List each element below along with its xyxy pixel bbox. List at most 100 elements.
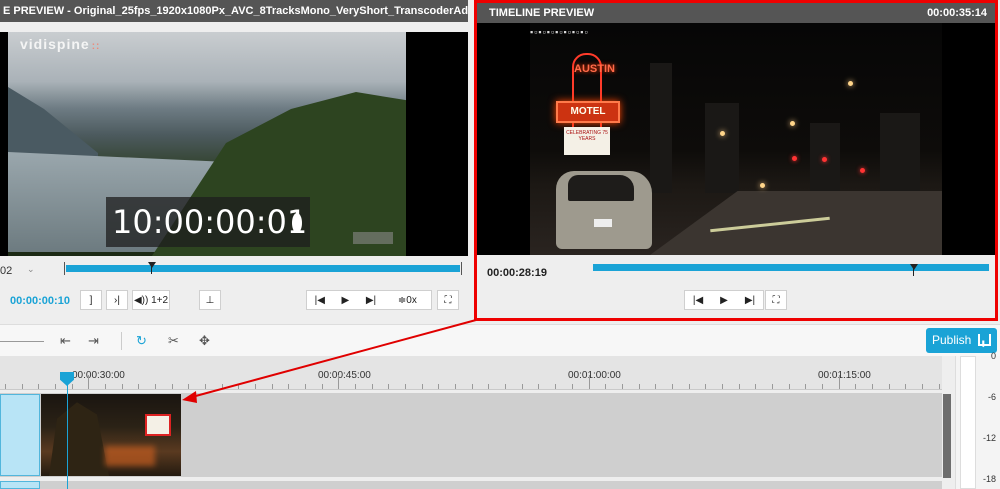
ruler-tick — [188, 384, 190, 389]
ruler-tick — [255, 384, 257, 389]
snap-icon[interactable]: ↻ — [136, 333, 147, 349]
ruler-tick — [21, 384, 23, 389]
ruler-tick — [421, 384, 423, 389]
ripple-icon[interactable]: ✥ — [199, 333, 210, 349]
ruler-tick — [638, 384, 640, 389]
tool-button[interactable]: ⊥ — [199, 290, 221, 310]
go-to-out-button[interactable]: ›| — [106, 290, 128, 310]
prev-frame-button[interactable]: |◀ — [307, 291, 333, 309]
car-plate — [594, 219, 612, 227]
ruler-tick — [905, 384, 907, 389]
ruler-tick — [738, 384, 740, 389]
ruler-tick — [488, 384, 490, 389]
tl-play-button[interactable]: ▶ — [711, 291, 737, 309]
ruler-tick — [655, 384, 657, 389]
source-scrub-bar[interactable] — [66, 265, 460, 272]
ruler-tick — [521, 384, 523, 389]
timeline-preview-title: TIMELINE PREVIEW — [489, 7, 595, 19]
motel-sign: MOTEL — [556, 101, 620, 123]
meter-label: -6 — [987, 392, 996, 402]
ruler-tick — [755, 384, 757, 389]
audio-tracks-label: ◀)) 1+2 — [133, 294, 169, 306]
ruler-tick — [705, 384, 707, 389]
ruler-tick — [388, 384, 390, 389]
ruler-label: 00:01:15:00 — [818, 370, 871, 381]
audio-track[interactable] — [0, 481, 942, 489]
street-light — [848, 81, 853, 86]
source-transport: |◀ ▶ ▶| ≑0x — [306, 290, 432, 310]
ruler-tick — [588, 375, 590, 389]
timecode-dot — [292, 213, 302, 233]
timeline-fullscreen-button[interactable]: ⛶ — [765, 290, 787, 310]
source-fullscreen-button[interactable]: ⛶ — [437, 290, 459, 310]
zoom-slider[interactable] — [0, 341, 44, 342]
go-to-out-icon: ›| — [114, 294, 120, 306]
timeline-playhead-line — [913, 268, 914, 276]
audio-clip[interactable] — [0, 481, 40, 489]
speed-button[interactable]: ≑0x — [384, 291, 431, 309]
vidispine-logo-small: ▪▫▪▫▪▫▪▫▪▫▪▫▪▫ — [530, 27, 589, 37]
ruler-tick — [555, 384, 557, 389]
ruler-tick — [171, 384, 173, 389]
meter-label: -12 — [982, 433, 996, 443]
source-playhead-icon[interactable] — [148, 262, 156, 268]
source-video[interactable]: vidispine:: 10:00:00:01 — [0, 32, 468, 256]
timeline-toolbar: ⇤ ⇥ ↻ ✂ ✥ — [0, 324, 1000, 356]
mark-out-icon: ] — [89, 294, 93, 306]
car-windshield — [568, 175, 634, 201]
source-current-timecode: 00:00:00:10 — [10, 295, 70, 307]
ruler-tick — [121, 384, 123, 389]
source-scrub-label: 02 — [0, 265, 13, 277]
chevron-down-icon[interactable]: ⌄ — [27, 264, 35, 275]
street-light — [720, 131, 725, 136]
track-scrollbar[interactable] — [943, 394, 951, 478]
tl-prev-frame-button[interactable]: |◀ — [685, 291, 711, 309]
timeline-video[interactable]: ▪▫▪▫▪▫▪▫▪▫▪▫▪▫ AUSTIN MOTEL CELEBRATING … — [477, 23, 995, 255]
source-playhead-line — [151, 266, 152, 274]
street-light — [760, 183, 765, 188]
ruler-tick — [605, 384, 607, 389]
timeline-ruler[interactable]: 00:00:30:00 00:00:45:00 00:01:00:00 00:0… — [0, 356, 942, 390]
ruler-tick — [571, 384, 573, 389]
ruler-tick — [138, 384, 140, 389]
ruler-tick — [805, 384, 807, 389]
tl-next-frame-button[interactable]: ▶| — [737, 291, 763, 309]
editor-root: E PREVIEW - Original_25fps_1920x1080Px_A… — [0, 0, 1000, 489]
ruler-tick — [238, 384, 240, 389]
ruler-tick — [5, 384, 6, 389]
razor-icon[interactable]: ✂ — [168, 333, 179, 349]
timeline-video-frame: ▪▫▪▫▪▫▪▫▪▫▪▫▪▫ AUSTIN MOTEL CELEBRATING … — [530, 23, 942, 255]
traffic-light — [792, 156, 797, 161]
ruler-tick — [221, 384, 223, 389]
timeline-playhead-icon[interactable] — [910, 264, 918, 270]
next-frame-button[interactable]: ▶| — [358, 291, 384, 309]
ruler-tick — [355, 384, 357, 389]
timeline-scrub-bar[interactable] — [593, 264, 989, 271]
ruler-tick — [821, 384, 823, 389]
timecode-overlay: 10:00:00:01 — [106, 197, 310, 247]
audio-meter-bar — [960, 356, 976, 489]
move-left-icon[interactable]: ⇤ — [60, 333, 71, 349]
publish-button[interactable]: Publish ⬇ — [926, 328, 997, 353]
toolbar-divider — [121, 332, 122, 350]
ruler-tick — [288, 384, 290, 389]
ruler-tick — [888, 384, 890, 389]
play-button[interactable]: ▶ — [333, 291, 359, 309]
ruler-tick — [938, 384, 940, 389]
timeline-clip-selected[interactable] — [0, 394, 40, 476]
move-right-icon[interactable]: ⇥ — [88, 333, 99, 349]
meter-label: -18 — [982, 474, 996, 484]
ruler-tick — [271, 384, 273, 389]
ruler-tick — [88, 375, 90, 389]
ruler-tick — [321, 384, 323, 389]
fullscreen-icon: ⛶ — [772, 294, 780, 306]
ruler-tick — [788, 384, 790, 389]
ruler-label: 00:00:45:00 — [318, 370, 371, 381]
building — [650, 63, 672, 193]
mark-out-button[interactable]: ] — [80, 290, 102, 310]
audio-tracks-button[interactable]: ◀)) 1+2 — [132, 290, 170, 310]
ruler-tick — [671, 384, 673, 389]
source-preview-title: E PREVIEW - Original_25fps_1920x1080Px_A… — [0, 0, 468, 22]
ruler-tick — [505, 384, 507, 389]
timeline-clip-thumbnail[interactable] — [41, 394, 181, 476]
